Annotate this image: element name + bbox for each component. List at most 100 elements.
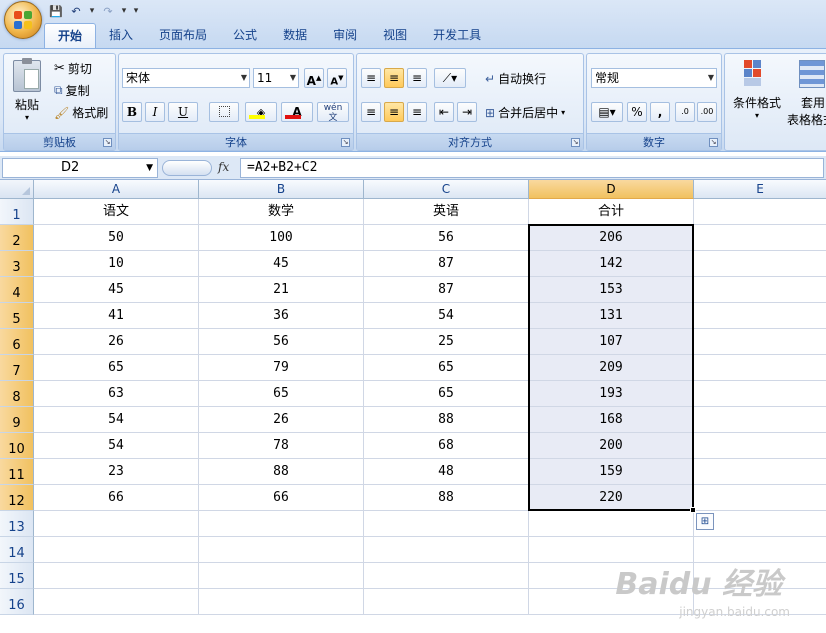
row-header-14[interactable]: 14 bbox=[0, 537, 34, 563]
cell-b12[interactable]: 66 bbox=[199, 485, 364, 511]
cell-c9[interactable]: 88 bbox=[364, 407, 529, 433]
font-size-combo[interactable]: 11 ▼ bbox=[253, 68, 299, 88]
tab-1[interactable]: 插入 bbox=[96, 23, 146, 48]
row-header-15[interactable]: 15 bbox=[0, 563, 34, 589]
row-header-4[interactable]: 4 bbox=[0, 277, 34, 303]
cell-d9[interactable]: 168 bbox=[529, 407, 694, 433]
percent-button[interactable]: % bbox=[627, 102, 647, 122]
cell-d10[interactable]: 200 bbox=[529, 433, 694, 459]
redo-icon[interactable]: ↷ bbox=[100, 3, 116, 19]
cell-c8[interactable]: 65 bbox=[364, 381, 529, 407]
row-header-12[interactable]: 12 bbox=[0, 485, 34, 511]
decrease-indent-button[interactable]: ⇤ bbox=[434, 102, 454, 122]
cell-d8[interactable]: 193 bbox=[529, 381, 694, 407]
office-button[interactable] bbox=[4, 1, 42, 39]
cell-a15[interactable] bbox=[34, 563, 199, 589]
cell-d4[interactable]: 153 bbox=[529, 277, 694, 303]
row-header-6[interactable]: 6 bbox=[0, 329, 34, 355]
clipboard-launcher-icon[interactable]: ↘ bbox=[103, 138, 112, 147]
number-launcher-icon[interactable]: ↘ bbox=[709, 138, 718, 147]
tab-7[interactable]: 开发工具 bbox=[420, 23, 494, 48]
merge-center-button[interactable]: ⊞ 合并后居中 ▾ bbox=[485, 104, 565, 121]
cell-e12[interactable] bbox=[694, 485, 826, 511]
align-left-button[interactable]: ≡ bbox=[361, 102, 381, 122]
increase-indent-button[interactable]: ⇥ bbox=[457, 102, 477, 122]
cell-c4[interactable]: 87 bbox=[364, 277, 529, 303]
cell-a1[interactable]: 语文 bbox=[34, 199, 199, 225]
cell-e9[interactable] bbox=[694, 407, 826, 433]
cell-d6[interactable]: 107 bbox=[529, 329, 694, 355]
cell-b2[interactable]: 100 bbox=[199, 225, 364, 251]
currency-button[interactable]: ▤▾ bbox=[591, 102, 623, 122]
row-header-10[interactable]: 10 bbox=[0, 433, 34, 459]
cell-a4[interactable]: 45 bbox=[34, 277, 199, 303]
cell-a3[interactable]: 10 bbox=[34, 251, 199, 277]
cell-a12[interactable]: 66 bbox=[34, 485, 199, 511]
cell-d1[interactable]: 合计 bbox=[529, 199, 694, 225]
phonetic-button[interactable]: wén 文 bbox=[317, 102, 349, 123]
column-header-e[interactable]: E bbox=[694, 180, 826, 199]
column-header-c[interactable]: C bbox=[364, 180, 529, 199]
cut-button[interactable]: ✂ 剪切 bbox=[54, 60, 92, 77]
cell-c12[interactable]: 88 bbox=[364, 485, 529, 511]
cell-c11[interactable]: 48 bbox=[364, 459, 529, 485]
comma-button[interactable]: , bbox=[650, 102, 670, 122]
conditional-format-button[interactable]: 条件格式 ▾ bbox=[729, 58, 785, 120]
alignment-launcher-icon[interactable]: ↘ bbox=[571, 138, 580, 147]
cell-a6[interactable]: 26 bbox=[34, 329, 199, 355]
row-header-1[interactable]: 1 bbox=[0, 199, 34, 225]
tab-0[interactable]: 开始 bbox=[44, 23, 97, 48]
align-middle-button[interactable]: ≡ bbox=[384, 68, 404, 88]
cell-c14[interactable] bbox=[364, 537, 529, 563]
cell-c7[interactable]: 65 bbox=[364, 355, 529, 381]
column-header-d[interactable]: D bbox=[529, 180, 694, 199]
cell-b10[interactable]: 78 bbox=[199, 433, 364, 459]
tab-4[interactable]: 数据 bbox=[270, 23, 320, 48]
font-color-button[interactable]: A bbox=[281, 102, 313, 122]
cell-a16[interactable] bbox=[34, 589, 199, 615]
expand-handle-icon[interactable] bbox=[162, 160, 212, 176]
cell-b13[interactable] bbox=[199, 511, 364, 537]
grow-font-button[interactable]: A▲ bbox=[304, 68, 324, 88]
row-header-9[interactable]: 9 bbox=[0, 407, 34, 433]
font-launcher-icon[interactable]: ↘ bbox=[341, 138, 350, 147]
row-header-16[interactable]: 16 bbox=[0, 589, 34, 615]
cell-e4[interactable] bbox=[694, 277, 826, 303]
font-name-combo[interactable]: 宋体 ▼ bbox=[122, 68, 250, 88]
auto-fill-options-button[interactable]: ⊞ bbox=[696, 513, 714, 530]
cell-c5[interactable]: 54 bbox=[364, 303, 529, 329]
column-header-a[interactable]: A bbox=[34, 180, 199, 199]
cell-b8[interactable]: 65 bbox=[199, 381, 364, 407]
cell-b3[interactable]: 45 bbox=[199, 251, 364, 277]
decrease-decimal-button[interactable]: .00 bbox=[697, 102, 717, 122]
cell-b15[interactable] bbox=[199, 563, 364, 589]
increase-decimal-button[interactable]: .0 bbox=[675, 102, 695, 122]
cell-e2[interactable] bbox=[694, 225, 826, 251]
cell-b4[interactable]: 21 bbox=[199, 277, 364, 303]
align-top-button[interactable]: ≡ bbox=[361, 68, 381, 88]
cell-e1[interactable] bbox=[694, 199, 826, 225]
tab-2[interactable]: 页面布局 bbox=[146, 23, 220, 48]
select-all-corner[interactable] bbox=[0, 180, 34, 199]
cell-c10[interactable]: 68 bbox=[364, 433, 529, 459]
cell-d3[interactable]: 142 bbox=[529, 251, 694, 277]
formula-input[interactable]: =A2+B2+C2 bbox=[240, 158, 824, 178]
insert-function-icon[interactable]: fx bbox=[218, 160, 229, 174]
cell-d11[interactable]: 159 bbox=[529, 459, 694, 485]
tab-3[interactable]: 公式 bbox=[220, 23, 270, 48]
row-header-11[interactable]: 11 bbox=[0, 459, 34, 485]
cell-b11[interactable]: 88 bbox=[199, 459, 364, 485]
cell-b14[interactable] bbox=[199, 537, 364, 563]
cell-a8[interactable]: 63 bbox=[34, 381, 199, 407]
bold-button[interactable]: B bbox=[122, 102, 142, 122]
cell-c1[interactable]: 英语 bbox=[364, 199, 529, 225]
format-painter-button[interactable]: 🖌 格式刷 bbox=[54, 104, 108, 121]
cell-c2[interactable]: 56 bbox=[364, 225, 529, 251]
cell-e10[interactable] bbox=[694, 433, 826, 459]
underline-button[interactable]: U bbox=[168, 102, 198, 122]
cell-a10[interactable]: 54 bbox=[34, 433, 199, 459]
italic-button[interactable]: I bbox=[145, 102, 165, 122]
tab-6[interactable]: 视图 bbox=[370, 23, 420, 48]
tab-5[interactable]: 审阅 bbox=[320, 23, 370, 48]
cell-e11[interactable] bbox=[694, 459, 826, 485]
